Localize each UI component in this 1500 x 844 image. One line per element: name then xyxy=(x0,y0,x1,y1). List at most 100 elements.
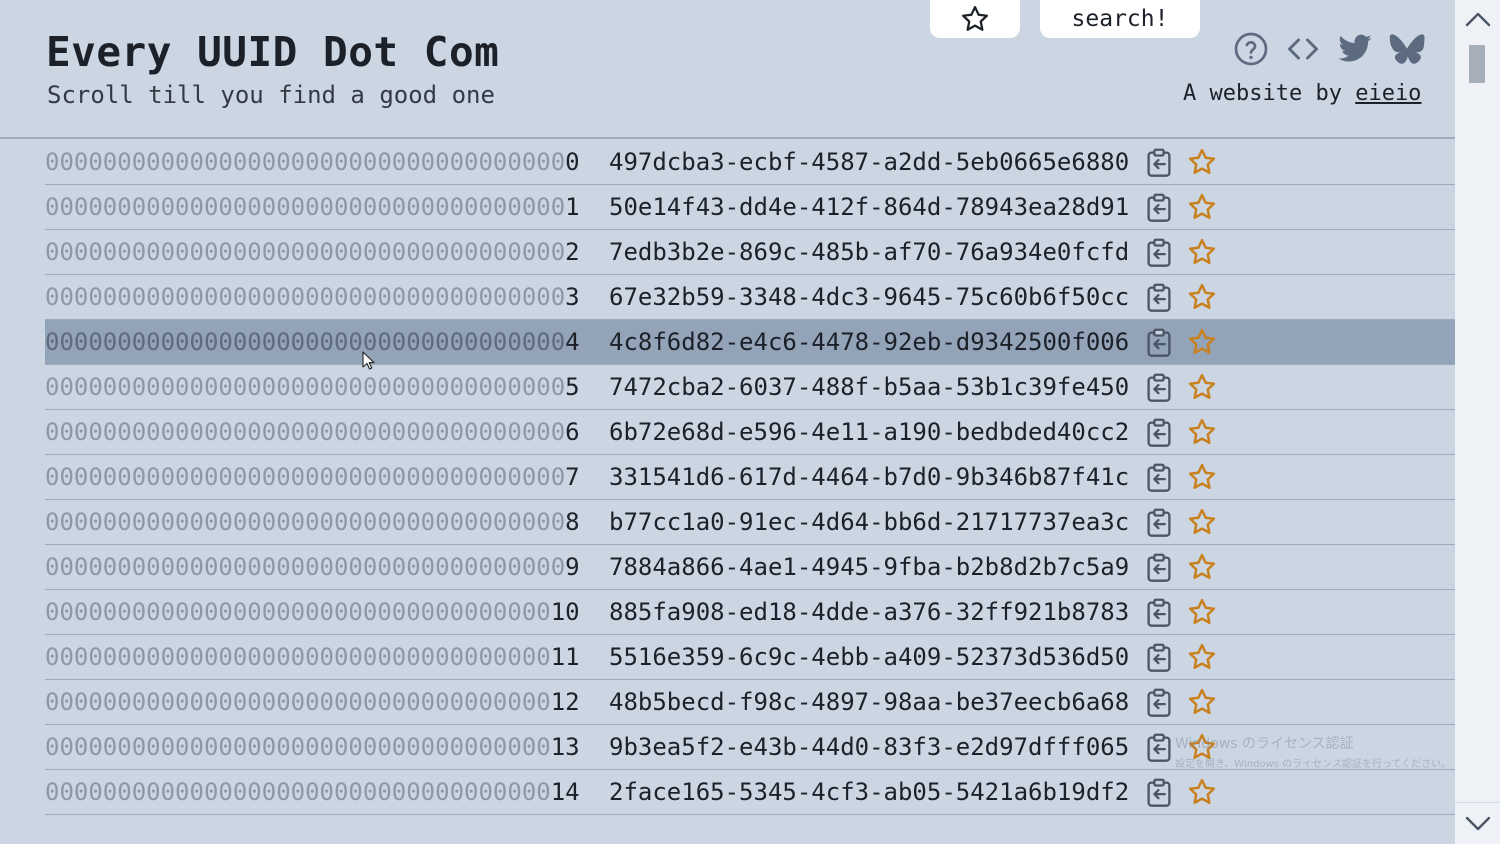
copy-icon[interactable] xyxy=(1145,553,1173,583)
uuid-row[interactable]: 0000000000000000000000000000000000014 2fa… xyxy=(45,770,1455,815)
favorite-star-icon[interactable] xyxy=(1187,237,1217,267)
uuid-value[interactable]: 7472cba2-6037-488f-b5aa-53b1c39fe450 xyxy=(609,373,1129,401)
index-zero-padding: 00000000000000000000000000000000000 xyxy=(45,643,551,671)
scrollbar-thumb[interactable] xyxy=(1469,45,1485,83)
uuid-row[interactable]: 0000000000000000000000000000000000006 6b7… xyxy=(45,410,1455,455)
copy-icon[interactable] xyxy=(1145,778,1173,808)
uuid-value[interactable]: 7884a866-4ae1-4945-9fba-b2b8d2b7c5a9 xyxy=(609,553,1129,581)
uuid-row[interactable]: 0000000000000000000000000000000000005 747… xyxy=(45,365,1455,410)
favorite-star-icon[interactable] xyxy=(1187,642,1217,672)
favorite-star-icon[interactable] xyxy=(1187,282,1217,312)
uuid-row[interactable]: 0000000000000000000000000000000000004 4c8… xyxy=(45,320,1455,365)
code-icon[interactable] xyxy=(1284,30,1322,68)
favorite-star-icon[interactable] xyxy=(1187,147,1217,177)
uuid-value[interactable]: 2face165-5345-4cf3-ab05-5421a6b19df2 xyxy=(609,778,1129,806)
favorite-star-icon[interactable] xyxy=(1187,192,1217,222)
index-number: 4 xyxy=(565,328,579,356)
index-number: 9 xyxy=(565,553,579,581)
uuid-row[interactable]: 0000000000000000000000000000000000012 48b… xyxy=(45,680,1455,725)
index-number: 11 xyxy=(550,643,579,671)
favorites-button[interactable] xyxy=(930,0,1020,38)
header-icons xyxy=(1232,30,1426,68)
header: Every UUID Dot Com Scroll till you find … xyxy=(0,0,1455,139)
uuid-value[interactable]: b77cc1a0-91ec-4d64-bb6d-21717737ea3c xyxy=(609,508,1129,536)
copy-icon[interactable] xyxy=(1145,193,1173,223)
index-zero-padding: 000000000000000000000000000000000000 xyxy=(45,418,566,446)
favorite-star-icon[interactable] xyxy=(1187,777,1217,807)
copy-icon[interactable] xyxy=(1145,148,1173,178)
copy-icon[interactable] xyxy=(1145,643,1173,673)
favorite-star-icon[interactable] xyxy=(1187,597,1217,627)
uuid-row[interactable]: 0000000000000000000000000000000000000 497… xyxy=(45,140,1455,185)
favorite-star-icon[interactable] xyxy=(1187,372,1217,402)
uuid-row[interactable]: 0000000000000000000000000000000000002 7ed… xyxy=(45,230,1455,275)
uuid-value[interactable]: 67e32b59-3348-4dc3-9645-75c60b6f50cc xyxy=(609,283,1129,311)
uuid-value[interactable]: 50e14f43-dd4e-412f-864d-78943ea28d91 xyxy=(609,193,1129,221)
favorite-star-icon[interactable] xyxy=(1187,327,1217,357)
uuid-row[interactable]: 0000000000000000000000000000000000007 331… xyxy=(45,455,1455,500)
copy-icon[interactable] xyxy=(1145,598,1173,628)
uuid-row[interactable]: 0000000000000000000000000000000000003 67e… xyxy=(45,275,1455,320)
index-zero-padding: 000000000000000000000000000000000000 xyxy=(45,463,566,491)
twitter-icon[interactable] xyxy=(1336,30,1374,68)
bluesky-icon[interactable] xyxy=(1388,30,1426,68)
uuid-value[interactable]: 4c8f6d82-e4c6-4478-92eb-d9342500f006 xyxy=(609,328,1129,356)
author-link[interactable]: eieio xyxy=(1355,81,1421,106)
index-number: 1 xyxy=(565,193,579,221)
search-button[interactable]: search! xyxy=(1040,0,1200,38)
byline-prefix: A website by xyxy=(1183,81,1342,106)
copy-icon[interactable] xyxy=(1145,238,1173,268)
copy-icon[interactable] xyxy=(1145,328,1173,358)
favorite-star-icon[interactable] xyxy=(1187,732,1217,762)
copy-icon[interactable] xyxy=(1145,463,1173,493)
page: Every UUID Dot Com Scroll till you find … xyxy=(0,0,1455,844)
page-subtitle: Scroll till you find a good one xyxy=(47,81,495,109)
index-number: 6 xyxy=(565,418,579,446)
favorite-star-icon[interactable] xyxy=(1187,507,1217,537)
uuid-row[interactable]: 0000000000000000000000000000000000010 885… xyxy=(45,590,1455,635)
favorite-star-icon[interactable] xyxy=(1187,462,1217,492)
uuid-index: 0000000000000000000000000000000000010 xyxy=(45,598,579,626)
index-zero-padding: 00000000000000000000000000000000000 xyxy=(45,598,551,626)
uuid-row[interactable]: 0000000000000000000000000000000000011 551… xyxy=(45,635,1455,680)
copy-icon[interactable] xyxy=(1145,733,1173,763)
mouse-cursor-icon xyxy=(362,351,375,370)
favorite-star-icon[interactable] xyxy=(1187,417,1217,447)
favorite-star-icon[interactable] xyxy=(1187,687,1217,717)
copy-icon[interactable] xyxy=(1145,373,1173,403)
uuid-row[interactable]: 0000000000000000000000000000000000013 9b3… xyxy=(45,725,1455,770)
uuid-index: 0000000000000000000000000000000000006 xyxy=(45,418,579,446)
index-number: 8 xyxy=(565,508,579,536)
index-zero-padding: 000000000000000000000000000000000000 xyxy=(45,373,566,401)
uuid-index: 0000000000000000000000000000000000009 xyxy=(45,553,579,581)
uuid-value[interactable]: 331541d6-617d-4464-b7d0-9b346b87f41c xyxy=(609,463,1129,491)
uuid-index: 0000000000000000000000000000000000014 xyxy=(45,778,579,806)
copy-icon[interactable] xyxy=(1145,688,1173,718)
uuid-row[interactable]: 0000000000000000000000000000000000008 b77… xyxy=(45,500,1455,545)
index-zero-padding: 000000000000000000000000000000000000 xyxy=(45,508,566,536)
index-zero-padding: 00000000000000000000000000000000000 xyxy=(45,688,551,716)
uuid-index: 0000000000000000000000000000000000000 xyxy=(45,148,579,176)
uuid-value[interactable]: 5516e359-6c9c-4ebb-a409-52373d536d50 xyxy=(609,643,1129,671)
copy-icon[interactable] xyxy=(1145,283,1173,313)
index-zero-padding: 000000000000000000000000000000000000 xyxy=(45,328,566,356)
uuid-value[interactable]: 885fa908-ed18-4dde-a376-32ff921b8783 xyxy=(609,598,1129,626)
scroll-down-button[interactable] xyxy=(1455,802,1500,842)
uuid-row[interactable]: 0000000000000000000000000000000000001 50e… xyxy=(45,185,1455,230)
uuid-row[interactable]: 0000000000000000000000000000000000009 788… xyxy=(45,545,1455,590)
index-zero-padding: 00000000000000000000000000000000000 xyxy=(45,733,551,761)
help-icon[interactable] xyxy=(1232,30,1270,68)
uuid-value[interactable]: 6b72e68d-e596-4e11-a190-bedbded40cc2 xyxy=(609,418,1129,446)
scroll-up-button[interactable] xyxy=(1455,0,1500,40)
index-zero-padding: 000000000000000000000000000000000000 xyxy=(45,148,566,176)
uuid-value[interactable]: 48b5becd-f98c-4897-98aa-be37eecb6a68 xyxy=(609,688,1129,716)
uuid-value[interactable]: 497dcba3-ecbf-4587-a2dd-5eb0665e6880 xyxy=(609,148,1129,176)
uuid-index: 0000000000000000000000000000000000011 xyxy=(45,643,579,671)
copy-icon[interactable] xyxy=(1145,418,1173,448)
index-number: 14 xyxy=(550,778,579,806)
copy-icon[interactable] xyxy=(1145,508,1173,538)
uuid-value[interactable]: 7edb3b2e-869c-485b-af70-76a934e0fcfd xyxy=(609,238,1129,266)
uuid-value[interactable]: 9b3ea5f2-e43b-44d0-83f3-e2d97dfff065 xyxy=(609,733,1129,761)
scrollbar[interactable] xyxy=(1455,0,1500,844)
favorite-star-icon[interactable] xyxy=(1187,552,1217,582)
